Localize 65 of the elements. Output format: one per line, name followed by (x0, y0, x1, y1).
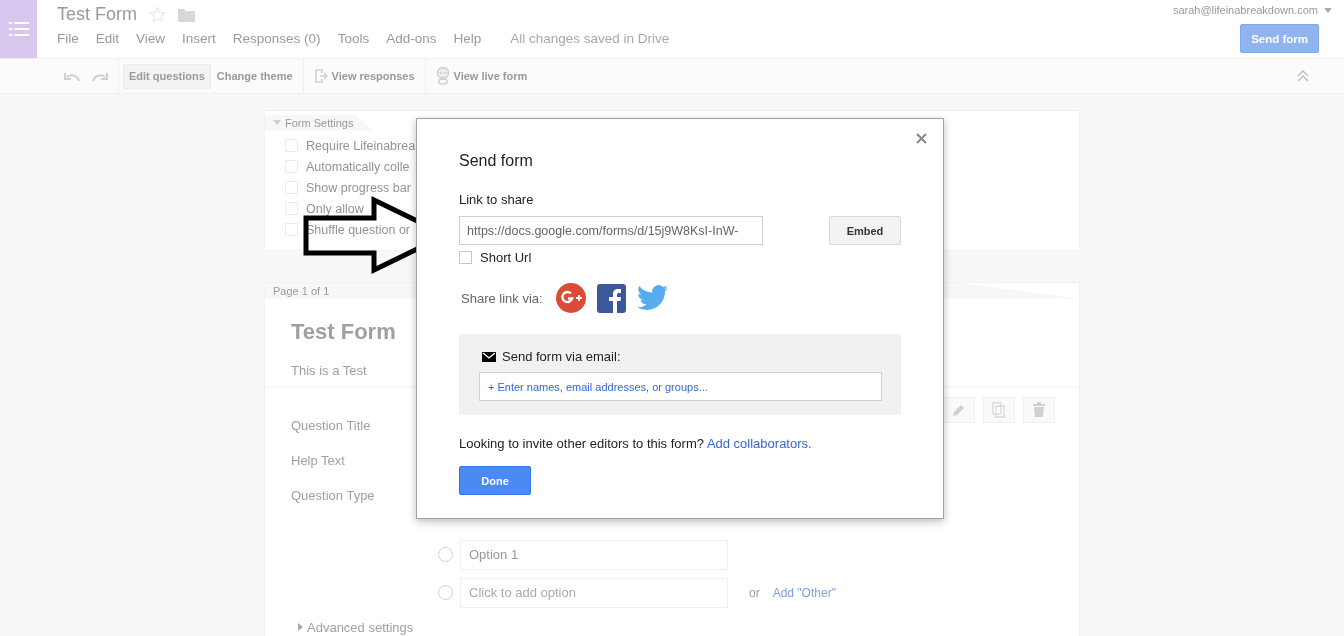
add-collaborators-link[interactable]: Add collaborators. (706, 436, 812, 451)
redo-icon (91, 70, 109, 82)
setting-label: Show progress bar (306, 180, 411, 195)
question-field-label: Question Type (291, 487, 376, 503)
globe-link-icon (435, 67, 450, 85)
menu-item[interactable]: Insert (182, 31, 216, 46)
menu-item[interactable]: Edit (95, 31, 120, 46)
toolbar-button[interactable]: View responses (307, 63, 421, 89)
menu-item[interactable]: File (57, 31, 79, 46)
form-title: Test Form (291, 318, 397, 345)
envelope-icon (482, 351, 496, 362)
short-url-label: Short Url (480, 250, 532, 265)
export-icon (313, 69, 328, 83)
form-description: This is a Test (291, 362, 368, 378)
toolbar-button[interactable]: Change theme (210, 63, 299, 89)
caret-icon (273, 120, 281, 125)
toolbar-button[interactable]: Edit questions (123, 63, 211, 89)
menu-item[interactable]: Add-ons (386, 31, 437, 46)
option-field[interactable]: Option 1 (460, 539, 728, 570)
list-icon (8, 21, 29, 37)
link-field[interactable]: https://docs.google.com/forms/d/15j9W8KsI-InW- (459, 216, 763, 245)
undo-icon (63, 70, 81, 82)
question-field-label: Question Title (291, 417, 372, 433)
facebook-icon[interactable] (596, 283, 626, 313)
document-title[interactable]: Test Form (57, 4, 137, 25)
caret-icon (298, 623, 303, 631)
setting-label: Automatically colle (306, 159, 410, 174)
checkbox[interactable] (459, 251, 472, 264)
copy-icon (992, 401, 1006, 418)
menu-item[interactable]: Tools (337, 31, 370, 46)
save-status: All changes saved in Drive (510, 31, 670, 46)
pencil-icon (952, 402, 966, 417)
add-other-link[interactable]: Add "Other" (772, 585, 836, 600)
account-menu[interactable]: sarah@lifeinabreakdown.com (1172, 4, 1332, 16)
double-chevron-icon (1297, 70, 1309, 82)
email-field[interactable]: + Enter names, email addresses, or groups... (479, 372, 882, 401)
setting-label: Only allow (306, 201, 364, 216)
send-form-button[interactable]: Send form (1240, 24, 1319, 53)
link-label: Link to share (459, 192, 535, 207)
caret-icon (1324, 7, 1332, 13)
folder-icon[interactable] (178, 7, 195, 22)
toolbar-button[interactable]: View live form (429, 63, 534, 89)
setting-label: Require Lifeinabrea (306, 138, 416, 153)
embed-button[interactable]: Embed (829, 216, 901, 245)
close-button[interactable] (914, 131, 929, 146)
menu-item[interactable]: Help (453, 31, 482, 46)
bird-icon[interactable] (636, 285, 668, 311)
duplicate-button[interactable] (983, 396, 1015, 423)
star-icon[interactable] (149, 6, 166, 23)
question-field-label: Help Text (291, 452, 346, 468)
settings-header[interactable]: Form Settings (265, 114, 372, 131)
option-field[interactable]: Click to add option (460, 577, 728, 608)
done-button[interactable]: Done (459, 466, 531, 495)
menu-item[interactable]: Responses (0) (232, 31, 321, 46)
menu-item[interactable]: View (136, 31, 166, 46)
invite-text: Looking to invite other editors to this form? Add collaborators. (459, 436, 813, 451)
advanced-settings-toggle[interactable]: Advanced settings (298, 619, 1053, 635)
or-text: or (748, 584, 761, 602)
dialog-title: Send form (459, 152, 534, 170)
edit-button[interactable] (943, 396, 975, 423)
google-plus-icon[interactable] (555, 283, 586, 313)
delete-button[interactable] (1023, 396, 1055, 423)
app-menu-button[interactable] (0, 0, 37, 58)
email-label: Send form via email: (502, 349, 621, 364)
trash-icon (1033, 402, 1045, 417)
